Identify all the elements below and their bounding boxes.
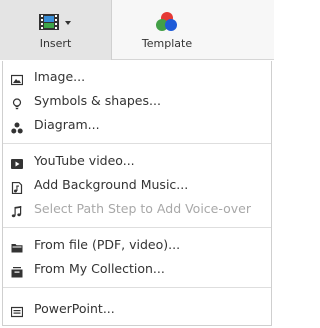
menu-item-label: PowerPoint... <box>34 301 115 316</box>
template-label: Template <box>141 37 193 50</box>
folder-icon <box>11 239 23 253</box>
image-icon <box>10 71 24 86</box>
menu-item-my-collection[interactable]: From My Collection... <box>3 258 271 280</box>
insert-label: Insert <box>39 37 72 50</box>
menu-item-label: From My Collection... <box>34 261 165 276</box>
collection-icon <box>11 263 23 278</box>
menu-item-youtube-video[interactable]: YouTube video... <box>3 150 271 172</box>
menu-separator <box>3 143 271 144</box>
menu-item-voice-over: Select Path Step to Add Voice-over <box>3 198 271 220</box>
template-icon <box>156 12 178 36</box>
menu-item-diagram[interactable]: Diagram... <box>3 114 271 136</box>
menu-item-from-file[interactable]: From file (PDF, video)... <box>3 234 271 256</box>
menu-item-label: YouTube video... <box>34 153 135 168</box>
music-file-icon <box>11 179 23 195</box>
lightbulb-icon <box>11 95 23 110</box>
menu-item-symbols-shapes[interactable]: Symbols & shapes... <box>3 90 271 112</box>
insert-media-icon <box>38 12 73 36</box>
menu-separator <box>3 287 271 288</box>
play-icon <box>11 155 23 169</box>
menu-item-background-music[interactable]: Add Background Music... <box>3 174 271 196</box>
insert-button[interactable]: Insert <box>0 0 112 60</box>
menu-item-label: Select Path Step to Add Voice-over <box>34 201 251 216</box>
menu-item-label: Diagram... <box>34 117 100 132</box>
menu-item-powerpoint[interactable]: PowerPoint... <box>3 298 271 320</box>
music-note-icon <box>11 203 23 218</box>
menu-item-label: Symbols & shapes... <box>34 93 161 108</box>
menu-item-label: Image... <box>34 69 86 84</box>
template-button[interactable]: Template <box>113 0 221 60</box>
diagram-icon <box>11 119 23 134</box>
menu-item-label: Add Background Music... <box>34 177 189 192</box>
toolbar: Insert Template <box>0 0 274 60</box>
menu-item-label: From file (PDF, video)... <box>34 237 181 252</box>
powerpoint-icon <box>10 303 24 318</box>
menu-separator <box>3 227 271 228</box>
menu-item-image[interactable]: Image... <box>3 66 271 88</box>
insert-menu: Image... Symbols & shapes... Diagram... <box>2 61 272 326</box>
